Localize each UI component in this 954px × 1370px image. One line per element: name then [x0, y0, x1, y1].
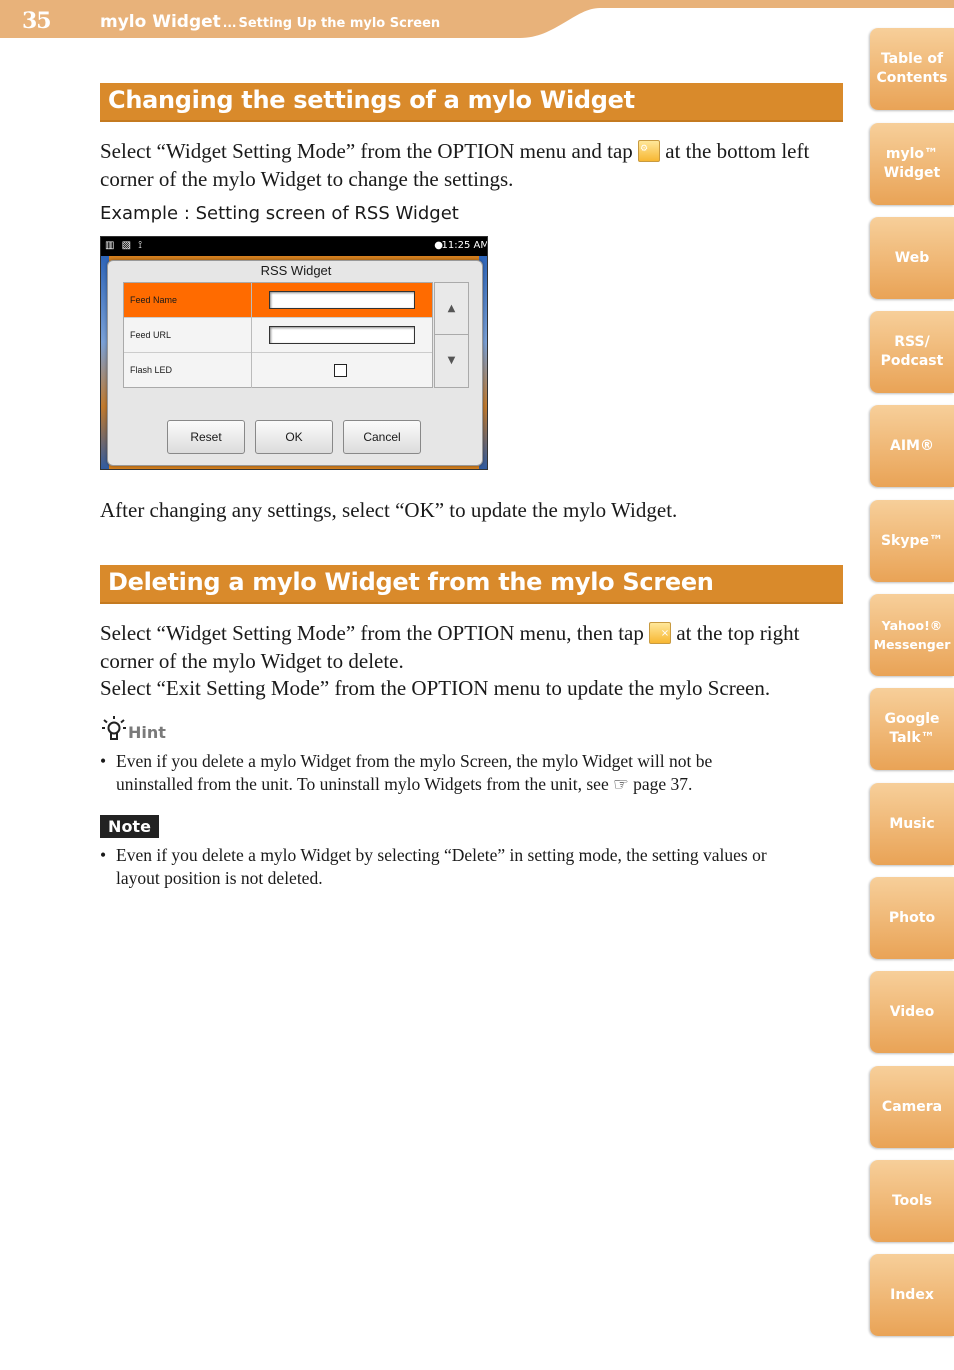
note-label: Note [100, 815, 159, 838]
tab-index[interactable]: Index [870, 1254, 954, 1336]
tab-web[interactable]: Web [870, 217, 954, 299]
row-divider [251, 353, 252, 388]
bullet-dot: • [100, 751, 107, 771]
ok-button[interactable]: OK [255, 420, 333, 454]
device-status-bar: ▥ ▧ ⟟ ● 11:25 AM [101, 237, 488, 256]
bullet-dot: • [100, 845, 107, 865]
tab-camera[interactable]: Camera [870, 1066, 954, 1148]
section2-exit-text: Select “Exit Setting Mode” from the OPTI… [100, 676, 771, 700]
tab-rss-podcast[interactable]: RSS/ Podcast [870, 311, 954, 393]
tab-aim[interactable]: AIM® [870, 405, 954, 487]
flash-led-checkbox[interactable] [334, 364, 347, 377]
lightbulb-icon [102, 716, 126, 740]
row-divider [251, 283, 252, 318]
hint-text-line2[interactable]: uninstalled from the unit. To uninstall … [116, 773, 840, 796]
feed-url-input[interactable] [269, 326, 415, 344]
scroll-up-icon[interactable]: ▲ [435, 283, 468, 335]
tab-skype[interactable]: Skype™ [870, 500, 954, 582]
status-icons: ▥ ▧ ⟟ [105, 240, 144, 251]
tab-tools[interactable]: Tools [870, 1160, 954, 1242]
tab-yahoo-messenger[interactable]: Yahoo!® Messenger [870, 594, 954, 676]
section-heading-changing-settings: Changing the settings of a mylo Widget [100, 83, 843, 122]
page-header: 35 mylo Widget... Setting Up the mylo Scr… [0, 0, 954, 40]
section-heading-deleting-widget: Deleting a mylo Widget from the mylo Scr… [100, 565, 843, 604]
section1-paragraph: Select “Widget Setting Mode” from the OP… [100, 135, 845, 193]
delete-close-icon [649, 620, 672, 648]
row-label: Flash LED [130, 365, 173, 375]
dialog-scrollbar[interactable]: ▲ ▼ [434, 282, 469, 388]
note-text-line1: Even if you delete a mylo Widget by sele… [116, 845, 767, 865]
tab-table-of-contents[interactable]: Table of Contents [870, 28, 954, 110]
row-label: Feed Name [130, 295, 178, 305]
breadcrumb-subsection: Setting Up the mylo Screen [238, 16, 441, 31]
section1-text-start: Select “Widget Setting Mode” from the OP… [100, 139, 633, 163]
table-row-feed-url[interactable]: Feed URL [124, 318, 432, 353]
tab-video[interactable]: Video [870, 971, 954, 1053]
cancel-button[interactable]: Cancel [343, 420, 421, 454]
dialog-title: RSS Widget [260, 263, 332, 278]
after-changing-text: After changing any settings, select “OK”… [100, 498, 678, 522]
tab-photo[interactable]: Photo [870, 877, 954, 959]
settings-gear-icon [638, 135, 661, 163]
note-text-line2: layout position is not deleted. [116, 868, 323, 888]
section2-text-start: Select “Widget Setting Mode” from the OP… [100, 621, 644, 645]
tab-mylo-widget[interactable]: mylo™ Widget [870, 123, 954, 205]
section2-paragraph: Select “Widget Setting Mode” from the OP… [100, 619, 845, 675]
reset-button[interactable]: Reset [167, 420, 245, 454]
tab-music[interactable]: Music [870, 783, 954, 865]
example-caption: Example : Setting screen of RSS Widget [100, 203, 459, 224]
status-time: 11:25 AM [441, 240, 488, 251]
hint-label: Hint [128, 723, 166, 742]
breadcrumb: mylo Widget... Setting Up the mylo Screen [100, 12, 440, 32]
page-number: 35 [22, 8, 52, 34]
settings-dialog: RSS Widget Feed Name Feed URL Flash LED … [107, 260, 483, 466]
breadcrumb-section[interactable]: mylo Widget [100, 12, 221, 32]
table-row-feed-name[interactable]: Feed Name [124, 283, 432, 318]
rss-widget-screenshot: ▥ ▧ ⟟ ● 11:25 AM RSS Widget Feed Name Fe… [100, 236, 488, 470]
breadcrumb-separator: ... [222, 16, 237, 30]
settings-table: Feed Name Feed URL Flash LED [123, 282, 433, 388]
section-title: Changing the settings of a mylo Widget [108, 86, 635, 114]
section-title: Deleting a mylo Widget from the mylo Scr… [108, 568, 714, 596]
hint-text-line1: Even if you delete a mylo Widget from th… [116, 751, 713, 771]
tab-google-talk[interactable]: Google Talk™ [870, 688, 954, 770]
scroll-down-icon[interactable]: ▼ [435, 335, 468, 387]
note-text: Even if you delete a mylo Widget by sele… [116, 844, 840, 890]
row-label: Feed URL [130, 330, 172, 340]
hint-text: Even if you delete a mylo Widget from th… [116, 750, 840, 796]
row-divider [251, 318, 252, 353]
feed-name-input[interactable] [269, 291, 415, 309]
table-row-flash-led[interactable]: Flash LED [124, 353, 432, 388]
